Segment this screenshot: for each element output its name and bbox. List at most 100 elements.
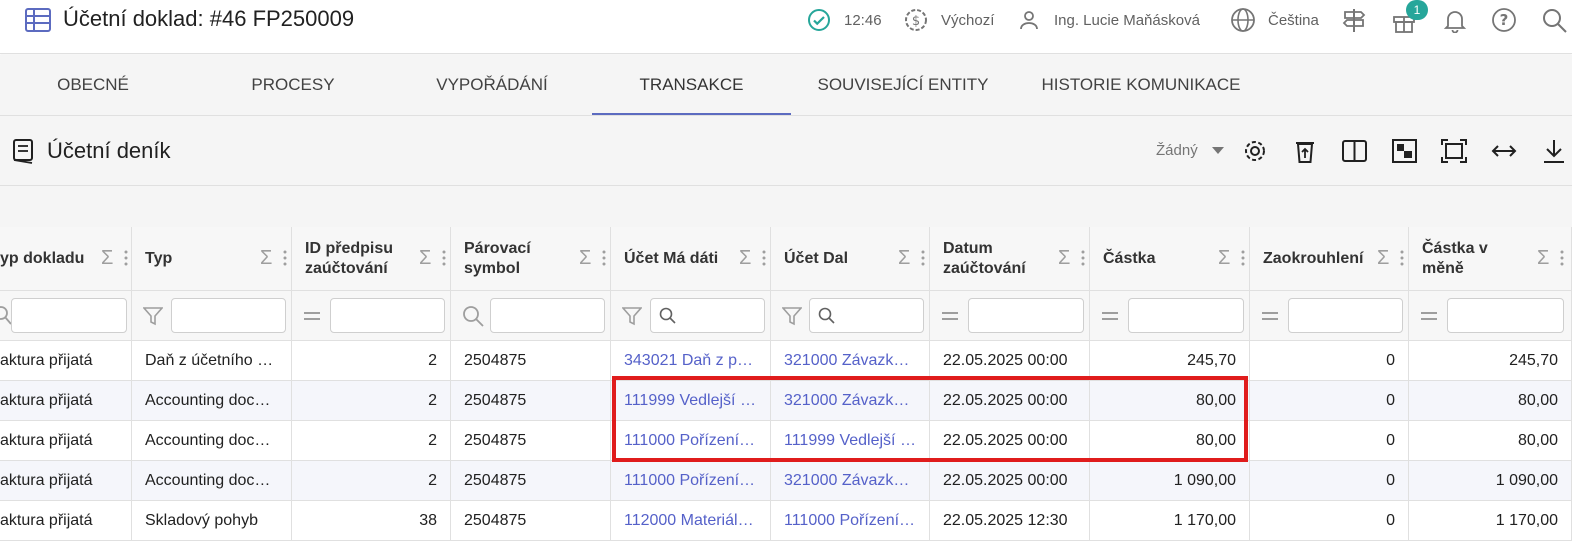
column-menu-icon[interactable] — [442, 249, 446, 267]
equals-icon[interactable] — [941, 309, 959, 323]
filter-cell — [0, 291, 132, 341]
sigma-icon[interactable]: Σ — [579, 247, 591, 270]
filter-input-posting-date[interactable] — [968, 298, 1084, 333]
help-icon[interactable]: ? — [1491, 7, 1517, 33]
notification-badge: 1 — [1406, 0, 1428, 20]
column-menu-icon[interactable] — [283, 249, 287, 267]
cell-posting-rule-id: 2 — [292, 341, 451, 381]
filter-input-amount-currency[interactable] — [1447, 298, 1564, 333]
sigma-icon[interactable]: Σ — [260, 247, 272, 270]
column-header-amount-currency[interactable]: Částka v měně Σ — [1409, 227, 1572, 291]
tab-souvisejici-entity[interactable]: SOUVISEJÍCÍ ENTITY — [800, 55, 1006, 115]
column-header-posting-date[interactable]: Datum zaúčtování Σ — [930, 227, 1090, 291]
tab-procesy[interactable]: PROCESY — [198, 55, 388, 115]
view-select[interactable]: Žádný — [1156, 142, 1224, 159]
user-menu[interactable]: Ing. Lucie Maňásková — [1018, 0, 1200, 40]
equals-icon[interactable] — [1420, 309, 1438, 323]
globe-icon — [1231, 8, 1255, 32]
filter-input-type[interactable] — [171, 298, 286, 333]
column-menu-icon[interactable] — [1560, 249, 1564, 267]
sigma-icon[interactable]: Σ — [1218, 247, 1230, 270]
column-header-pairing-symbol[interactable]: Párovací symbol Σ — [451, 227, 611, 291]
search-icon[interactable] — [1541, 7, 1567, 33]
sigma-icon[interactable]: Σ — [1377, 247, 1389, 270]
columns-icon[interactable] — [1342, 139, 1367, 163]
column-menu-icon[interactable] — [1081, 249, 1085, 267]
filter-input-amount[interactable] — [1128, 298, 1244, 333]
filter-input-credit-account[interactable] — [809, 298, 924, 333]
delete-upload-icon[interactable] — [1293, 138, 1317, 164]
filter-input-debit-account[interactable] — [650, 298, 765, 333]
cell-posting-date: 22.05.2025 12:30 — [930, 501, 1090, 541]
cell-debit-account[interactable]: 111000 Pořízení materiálu — [611, 421, 771, 461]
dollar-gear-icon: $ — [905, 9, 927, 31]
column-header-doc-type[interactable]: yp dokladu Σ — [0, 227, 132, 291]
cell-credit-account[interactable]: 111999 Vedlejší pořizovací náklady — [771, 421, 930, 461]
column-menu-icon[interactable] — [921, 249, 925, 267]
signpost-icon[interactable] — [1341, 7, 1367, 33]
column-header-credit-account[interactable]: Účet Dal Σ — [771, 227, 930, 291]
settings-icon[interactable] — [1243, 139, 1267, 163]
cell-debit-account[interactable]: 112000 Materiál na skladě — [611, 501, 771, 541]
svg-text:?: ? — [1500, 11, 1509, 29]
filter-icon[interactable] — [782, 306, 802, 326]
column-header-rounding[interactable]: Zaokrouhlení Σ — [1250, 227, 1409, 291]
sigma-icon[interactable]: Σ — [101, 247, 113, 270]
session-status[interactable]: 12:46 — [807, 0, 882, 40]
column-menu-icon[interactable] — [602, 249, 606, 267]
filter-input-posting-rule-id[interactable] — [330, 298, 445, 333]
column-menu-icon[interactable] — [124, 249, 128, 267]
cell-debit-account[interactable]: 111999 Vedlejší pořizovací náklady — [611, 381, 771, 421]
resize-horizontal-icon[interactable] — [1491, 141, 1517, 161]
column-header-label: Částka v měně — [1422, 240, 1488, 277]
language-select[interactable]: Čeština — [1230, 0, 1319, 40]
density-icon[interactable] — [1392, 139, 1417, 163]
filter-cell — [1250, 291, 1409, 341]
profile-select[interactable]: $ Výchozí — [903, 0, 994, 40]
tab-transakce[interactable]: TRANSAKCE — [592, 55, 791, 115]
cell-credit-account[interactable]: 321000 Závazky z obchodních vztahů — [771, 381, 930, 421]
cell-credit-account[interactable]: 111000 Pořízení materiálu — [771, 501, 930, 541]
filter-icon[interactable] — [143, 306, 163, 326]
sigma-icon[interactable]: Σ — [1537, 247, 1549, 270]
equals-icon[interactable] — [1101, 309, 1119, 323]
filter-input-rounding[interactable] — [1288, 298, 1403, 333]
sigma-icon[interactable]: Σ — [739, 247, 751, 270]
sigma-icon[interactable]: Σ — [898, 247, 910, 270]
search-icon[interactable] — [462, 305, 484, 327]
sigma-icon[interactable]: Σ — [1058, 247, 1070, 270]
cell-credit-account[interactable]: 321000 Závazky z obchodních vztahů — [771, 461, 930, 501]
equals-icon[interactable] — [1261, 309, 1279, 323]
cell-debit-account[interactable]: 111000 Pořízení materiálu — [611, 461, 771, 501]
tab-vyporadani[interactable]: VYPOŘÁDÁNÍ — [392, 55, 592, 115]
filter-input-doc-type[interactable] — [11, 298, 127, 333]
table-row[interactable]: aktura přijatá Accounting document 2 250487… — [0, 421, 1572, 461]
equals-icon[interactable] — [303, 309, 321, 323]
column-header-label: Datum zaúčtování — [943, 240, 1026, 277]
sigma-icon[interactable]: Σ — [419, 247, 431, 270]
table-row[interactable]: aktura přijatáDaň z účetního dokladu2250… — [0, 341, 1572, 381]
tab-obecne[interactable]: OBECNÉ — [0, 55, 186, 115]
section-title: Účetní deník — [47, 138, 171, 163]
table-row[interactable]: aktura přijatá Skladový pohyb 38 2504875 112… — [0, 501, 1572, 541]
column-header-amount[interactable]: Částka Σ — [1090, 227, 1250, 291]
toolbar-spacer — [0, 186, 1572, 227]
table-row[interactable]: aktura přijatá Accounting document 2 250487… — [0, 381, 1572, 421]
column-header-posting-rule-id[interactable]: ID předpisu zaúčtování Σ — [292, 227, 451, 291]
download-icon[interactable] — [1542, 138, 1566, 164]
column-menu-icon[interactable] — [1241, 249, 1245, 267]
column-header-type[interactable]: Typ Σ — [132, 227, 292, 291]
column-menu-icon[interactable] — [762, 249, 766, 267]
fullscreen-icon[interactable] — [1441, 139, 1467, 163]
cell-credit-account[interactable]: 321000 Závazky z obchodních vztahů — [771, 341, 930, 381]
table-row[interactable]: aktura přijatá Accounting document 2 250487… — [0, 461, 1572, 501]
column-menu-icon[interactable] — [1400, 249, 1404, 267]
cell-debit-account[interactable]: 343021 Daň z přidané hodnoty — [611, 341, 771, 381]
filter-input-pairing-symbol[interactable] — [490, 298, 605, 333]
column-header-debit-account[interactable]: Účet Má dáti Σ — [611, 227, 771, 291]
column-header-label: Částka — [1103, 250, 1156, 267]
bell-icon[interactable] — [1442, 7, 1468, 33]
tab-historie-komunikace[interactable]: HISTORIE KOMUNIKACE — [1030, 55, 1252, 115]
cell-type: Accounting document — [132, 381, 292, 421]
filter-icon[interactable] — [622, 306, 642, 326]
